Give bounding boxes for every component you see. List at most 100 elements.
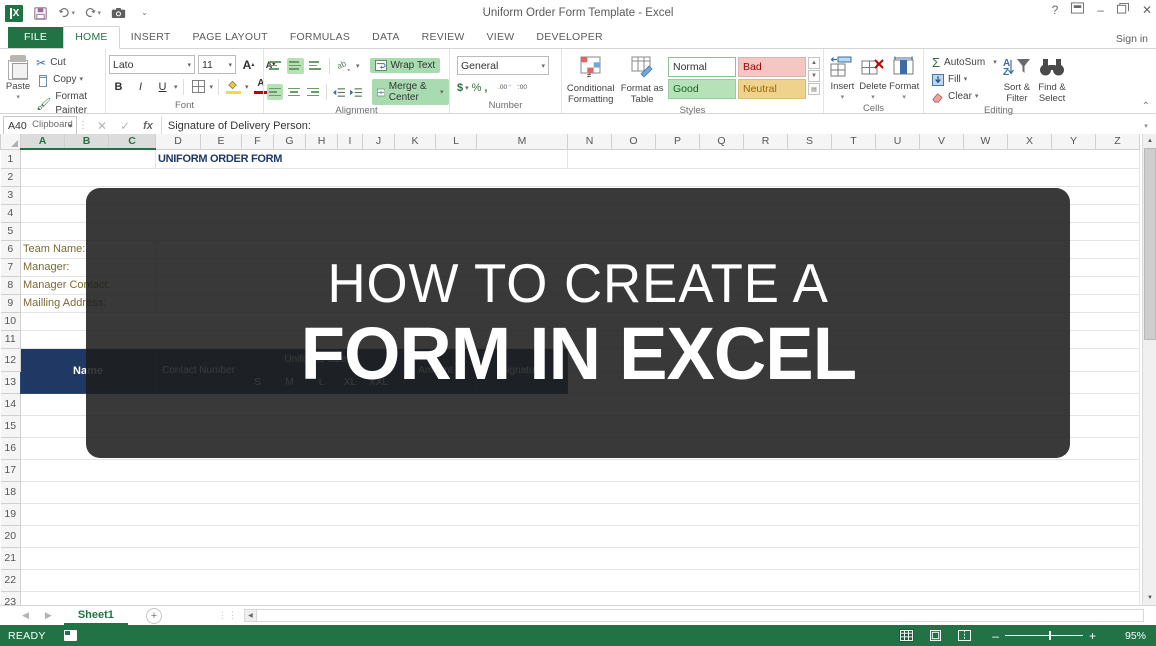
undo-icon[interactable]: ▾ xyxy=(58,5,75,22)
scroll-left-icon[interactable]: ◀ xyxy=(245,610,257,621)
row-header-2[interactable]: 2 xyxy=(1,168,21,186)
row-header-12[interactable]: 12 xyxy=(1,348,21,371)
column-header-I[interactable]: I xyxy=(338,134,363,149)
collapse-ribbon-button[interactable]: ⌃ xyxy=(1142,101,1150,112)
merge-dropdown-icon[interactable]: ▾ xyxy=(440,88,444,96)
bold-button[interactable]: B xyxy=(109,77,128,96)
fill-color-button[interactable] xyxy=(224,77,243,96)
cell-row-23[interactable] xyxy=(21,591,1140,605)
column-header-X[interactable]: X xyxy=(1008,134,1052,149)
row-header-17[interactable]: 17 xyxy=(1,459,21,481)
scroll-up-icon[interactable]: ▲ xyxy=(1143,134,1156,148)
row-header-10[interactable]: 10 xyxy=(1,312,21,330)
redo-icon[interactable]: ▾ xyxy=(84,5,101,22)
row-header-1[interactable]: 1 xyxy=(1,149,21,168)
column-header-P[interactable]: P xyxy=(656,134,700,149)
column-header-C[interactable]: C xyxy=(109,134,156,149)
previous-sheet-icon[interactable]: ◀ xyxy=(22,610,29,621)
horizontal-scrollbar[interactable]: ◀ xyxy=(244,609,1144,622)
help-icon[interactable]: ? xyxy=(1052,3,1059,17)
column-header-D[interactable]: D xyxy=(156,134,201,149)
cell-style-normal[interactable]: Normal xyxy=(668,57,736,77)
align-middle-button[interactable] xyxy=(287,58,304,74)
increase-indent-button[interactable] xyxy=(349,83,363,102)
screenshot-icon[interactable] xyxy=(110,5,127,22)
row-header-19[interactable]: 19 xyxy=(1,503,21,525)
font-name-input[interactable]: Lato ▾ xyxy=(109,55,195,74)
underline-button[interactable]: U xyxy=(153,77,172,96)
align-top-button[interactable] xyxy=(267,58,284,74)
cell-styles-scroll[interactable]: ▲ ▼ ▤ xyxy=(808,57,820,95)
comma-style-button[interactable]: , xyxy=(484,82,487,94)
column-header-N[interactable]: N xyxy=(568,134,612,149)
currency-button[interactable]: $ xyxy=(457,82,463,94)
column-header-R[interactable]: R xyxy=(744,134,788,149)
align-left-button[interactable] xyxy=(267,84,283,100)
select-all-corner[interactable] xyxy=(1,134,21,149)
column-header-M[interactable]: M xyxy=(477,134,568,149)
row-header-7[interactable]: 7 xyxy=(1,258,21,276)
zoom-out-button[interactable]: – xyxy=(986,631,1005,641)
column-header-H[interactable]: H xyxy=(306,134,338,149)
column-header-B[interactable]: B xyxy=(65,134,109,149)
clear-button[interactable]: Clear ▾ xyxy=(929,89,1000,105)
cell-row-18[interactable] xyxy=(21,481,1140,503)
row-header-6[interactable]: 6 xyxy=(1,240,21,258)
row-header-21[interactable]: 21 xyxy=(1,547,21,569)
column-header-G[interactable]: G xyxy=(274,134,306,149)
column-header-J[interactable]: J xyxy=(363,134,395,149)
row-header-11[interactable]: 11 xyxy=(1,330,21,348)
orientation-dropdown-icon[interactable]: ▾ xyxy=(356,62,360,70)
currency-dropdown-icon[interactable]: ▾ xyxy=(465,84,469,92)
sort-and-filter-button[interactable]: AZ Sort & Filter xyxy=(1000,53,1034,104)
cell-styles-scroll-up[interactable]: ▲ xyxy=(808,57,820,69)
tab-insert[interactable]: INSERT xyxy=(120,27,182,48)
cell-row-2[interactable] xyxy=(21,168,1140,186)
column-header-Y[interactable]: Y xyxy=(1052,134,1096,149)
zoom-track[interactable] xyxy=(1005,635,1083,636)
column-header-Z[interactable]: Z xyxy=(1096,134,1140,149)
row-header-3[interactable]: 3 xyxy=(1,186,21,204)
borders-dropdown-icon[interactable]: ▾ xyxy=(210,83,214,91)
column-header-E[interactable]: E xyxy=(201,134,242,149)
zoom-level-label[interactable]: 95% xyxy=(1116,630,1146,642)
confirm-entry-icon[interactable]: ✓ xyxy=(120,119,130,133)
normal-view-icon[interactable] xyxy=(899,629,914,642)
column-header-F[interactable]: F xyxy=(242,134,274,149)
cell-row-19[interactable] xyxy=(21,503,1140,525)
tab-data[interactable]: DATA xyxy=(361,27,410,48)
vertical-scroll-thumb[interactable] xyxy=(1144,148,1156,340)
cut-button[interactable]: ✂ Cut xyxy=(33,55,102,71)
minimize-icon[interactable]: – xyxy=(1097,3,1104,17)
page-break-preview-icon[interactable] xyxy=(957,629,972,642)
expand-formula-bar-icon[interactable]: ▾ xyxy=(1139,122,1153,130)
cell-styles-scroll-down[interactable]: ▼ xyxy=(808,70,820,82)
ribbon-display-options-icon[interactable] xyxy=(1071,2,1084,17)
sheet-tab-splitter[interactable]: ⋮⋮ xyxy=(218,610,238,621)
align-center-button[interactable] xyxy=(286,84,302,100)
row-header-22[interactable]: 22 xyxy=(1,569,21,591)
increase-decimal-button[interactable]: .00→ xyxy=(498,80,513,95)
copy-button[interactable]: Copy ▾ xyxy=(33,72,102,88)
paste-button[interactable]: Paste ▾ xyxy=(3,53,33,103)
zoom-slider[interactable]: – + xyxy=(986,631,1102,641)
font-size-input[interactable]: 11 ▾ xyxy=(198,55,236,74)
cell-A1[interactable] xyxy=(21,149,156,168)
column-header-L[interactable]: L xyxy=(436,134,477,149)
number-format-select[interactable]: General ▾ xyxy=(457,56,549,75)
cell-D1-title[interactable]: UNIFORM ORDER FORM xyxy=(156,149,568,168)
tab-home[interactable]: HOME xyxy=(63,26,120,49)
borders-button[interactable] xyxy=(189,77,208,96)
next-sheet-icon[interactable]: ▶ xyxy=(45,610,52,621)
insert-function-icon[interactable]: fx xyxy=(143,120,153,132)
row-header-16[interactable]: 16 xyxy=(1,437,21,459)
find-and-select-button[interactable]: Find & Select xyxy=(1034,53,1070,104)
column-header-W[interactable]: W xyxy=(964,134,1008,149)
sheet-tab-sheet1[interactable]: Sheet1 xyxy=(64,607,128,625)
sign-in-button[interactable]: Sign in xyxy=(1116,33,1148,45)
format-cells-button[interactable]: Format ▾ xyxy=(888,54,920,103)
autosum-dropdown-icon[interactable]: ▾ xyxy=(993,56,997,70)
row-header-5[interactable]: 5 xyxy=(1,222,21,240)
row-header-8[interactable]: 8 xyxy=(1,276,21,294)
column-header-K[interactable]: K xyxy=(395,134,436,149)
